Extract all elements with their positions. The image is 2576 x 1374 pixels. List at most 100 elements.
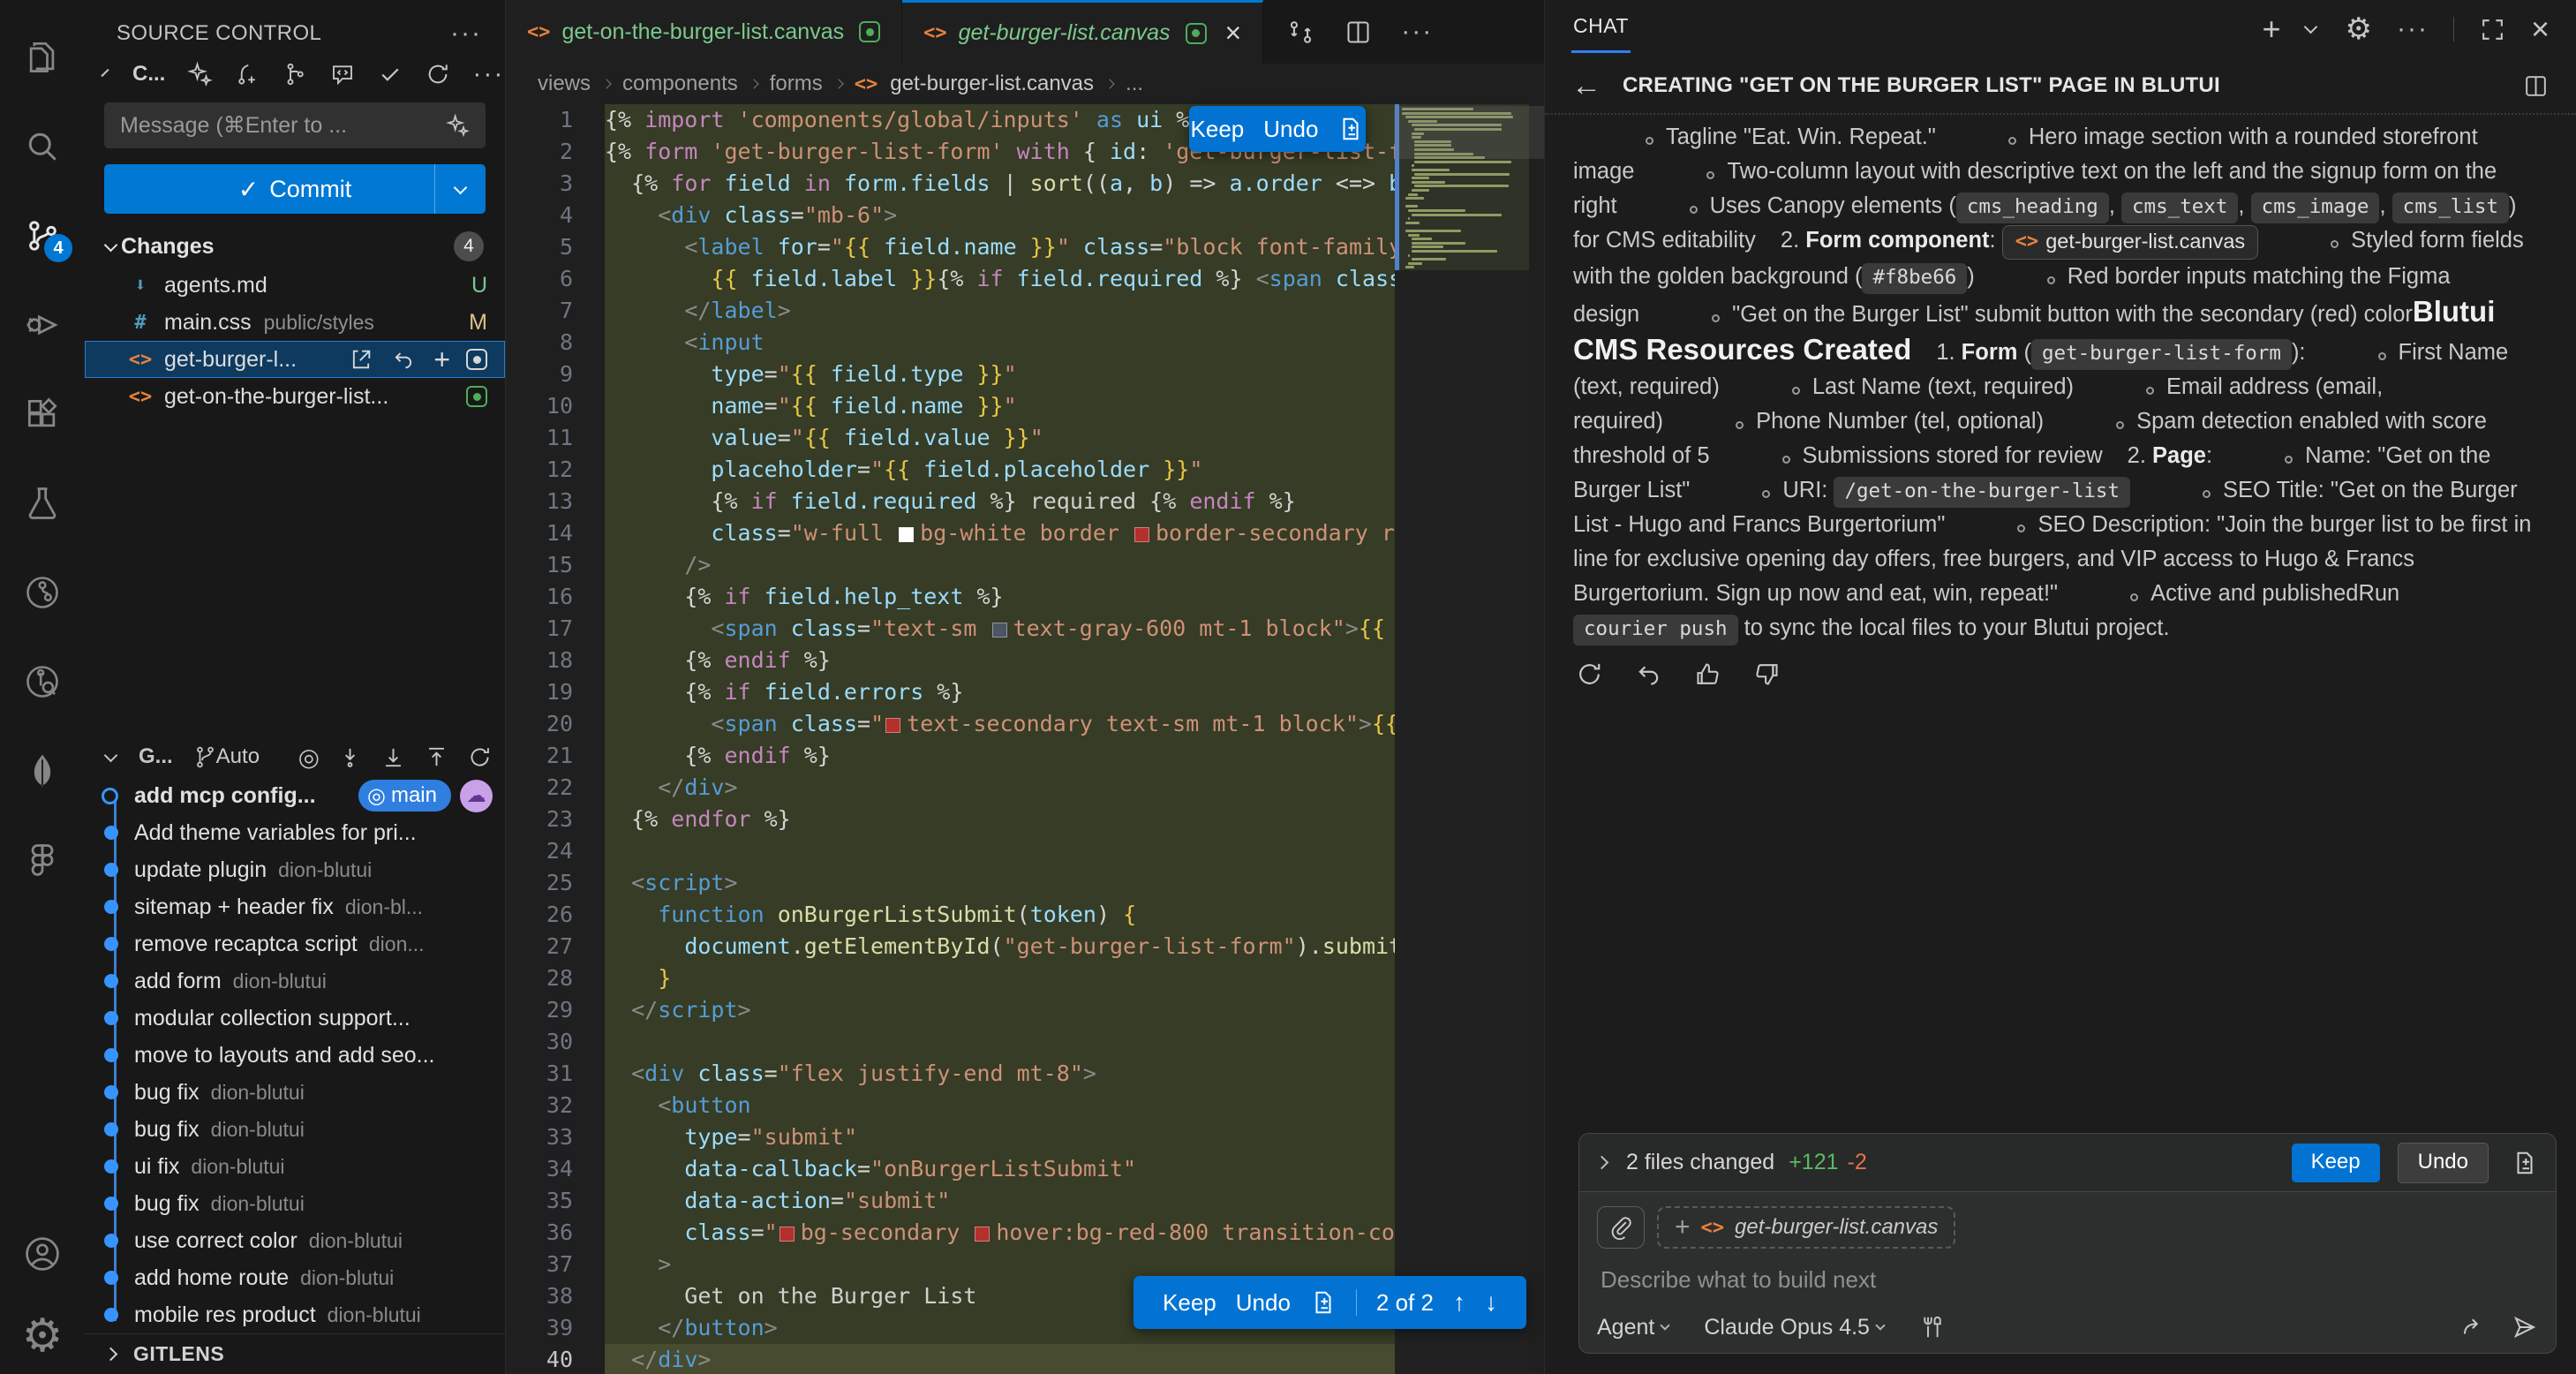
undo-button[interactable]: Undo: [1236, 1289, 1291, 1317]
code-line[interactable]: value="{{ field.value }}": [605, 422, 1395, 454]
code-line[interactable]: <label for="{{ field.name }}" class="blo…: [605, 231, 1395, 263]
close-panel-icon[interactable]: ×: [2531, 11, 2550, 48]
changes-header[interactable]: Changes 4: [85, 226, 505, 267]
file-chip[interactable]: <>get-burger-list.canvas: [2002, 225, 2258, 260]
settings-icon[interactable]: ⚙: [0, 1298, 85, 1374]
repo-label[interactable]: C...: [132, 62, 165, 87]
code-line[interactable]: {% for field in form.fields | sort((a, b…: [605, 168, 1395, 200]
tab-get-burger-list[interactable]: <> get-burger-list.canvas ×: [902, 0, 1263, 64]
breadcrumb[interactable]: viewscomponentsforms<>get-burger-list.ca…: [506, 64, 1544, 104]
accounts-icon[interactable]: [0, 1209, 85, 1298]
code-line[interactable]: data-action="submit": [605, 1185, 1395, 1217]
chat-more-icon[interactable]: ···: [2397, 25, 2429, 34]
commit-row[interactable]: sitemap + header fixdion-bl...: [85, 888, 505, 925]
refresh-icon[interactable]: [467, 744, 493, 770]
graph-auto-label[interactable]: Auto: [216, 744, 260, 769]
breadcrumb-item[interactable]: get-burger-list.canvas: [890, 72, 1094, 96]
explorer-icon[interactable]: [0, 12, 85, 102]
code-line[interactable]: [605, 835, 1395, 867]
commit-row[interactable]: bug fixdion-blutui: [85, 1185, 505, 1222]
graph-label[interactable]: G...: [139, 744, 173, 769]
commit-row[interactable]: mobile res productdion-blutui: [85, 1296, 505, 1333]
pull-icon[interactable]: [380, 744, 406, 770]
fetch-icon[interactable]: [337, 744, 363, 770]
keep-button[interactable]: Keep: [1191, 116, 1245, 143]
search-icon[interactable]: [0, 102, 85, 191]
previous-change-icon[interactable]: ↑: [1453, 1288, 1465, 1317]
commit-dropdown-button[interactable]: [434, 164, 486, 214]
code-line[interactable]: placeholder="{{ field.placeholder }}": [605, 454, 1395, 486]
code-line[interactable]: }: [605, 963, 1395, 994]
send-icon[interactable]: [2512, 1314, 2538, 1340]
send-later-icon[interactable]: [2460, 1314, 2487, 1340]
code-line[interactable]: name="{{ field.name }}": [605, 390, 1395, 422]
scrollbar-slider[interactable]: [1394, 106, 1544, 159]
refresh-icon[interactable]: [425, 61, 451, 87]
breadcrumb-item[interactable]: ...: [1126, 72, 1143, 96]
commit-row[interactable]: move to layouts and add seo...: [85, 1037, 505, 1074]
attach-button[interactable]: [1597, 1206, 1645, 1249]
code-line[interactable]: {% endfor %}: [605, 804, 1395, 835]
code-line[interactable]: <div class="mb-6">: [605, 200, 1395, 231]
code-line[interactable]: {% endif %}: [605, 645, 1395, 676]
file-row[interactable]: <>get-burger-l...+: [85, 341, 505, 378]
stage-icon[interactable]: +: [433, 351, 450, 368]
code-line[interactable]: </div>: [605, 772, 1395, 804]
branch-create-icon[interactable]: [234, 61, 260, 87]
diff-file-icon[interactable]: [1310, 1289, 1337, 1316]
commit-row[interactable]: remove recaptca scriptdion...: [85, 925, 505, 963]
code-line[interactable]: data-callback="onBurgerListSubmit": [605, 1153, 1395, 1185]
code-line[interactable]: class="bg-secondary hover:bg-red-800 tra…: [605, 1217, 1395, 1249]
mongodb-icon[interactable]: [0, 726, 85, 815]
code-line[interactable]: {% endif %}: [605, 740, 1395, 772]
code-line[interactable]: </script>: [605, 994, 1395, 1026]
diff-file-icon[interactable]: [1337, 116, 1364, 142]
figma-icon[interactable]: [0, 815, 85, 904]
new-chat-dropdown-icon[interactable]: [2303, 19, 2317, 34]
close-tab-icon[interactable]: ×: [1225, 17, 1242, 49]
files-changed-label[interactable]: 2 files changed: [1626, 1150, 1774, 1175]
commit-comment-icon[interactable]: [329, 61, 356, 87]
code-line[interactable]: <span class="text-secondary text-sm mt-1…: [605, 708, 1395, 740]
run-debug-icon[interactable]: [0, 280, 85, 369]
keep-button[interactable]: Keep: [2292, 1144, 2380, 1182]
chat-input-placeholder[interactable]: Describe what to build next: [1601, 1266, 2538, 1294]
collapse-chevron-icon[interactable]: [101, 68, 109, 76]
code-line[interactable]: <script>: [605, 867, 1395, 899]
code-line[interactable]: {{ field.label }}{% if field.required %}…: [605, 263, 1395, 295]
code-lines[interactable]: {% import 'components/global/inputs' as …: [605, 104, 1395, 1374]
commit-row[interactable]: bug fixdion-blutui: [85, 1074, 505, 1111]
commit-row[interactable]: update plugindion-blutui: [85, 851, 505, 888]
commit-row[interactable]: bug fixdion-blutui: [85, 1111, 505, 1148]
undo-button[interactable]: Undo: [1263, 116, 1318, 143]
keep-button[interactable]: Keep: [1163, 1289, 1216, 1317]
code-line[interactable]: function onBurgerListSubmit(token) {: [605, 899, 1395, 931]
next-change-icon[interactable]: ↓: [1485, 1288, 1497, 1317]
code-line[interactable]: class="w-full bg-white border border-sec…: [605, 517, 1395, 549]
code-line[interactable]: {% if field.help_text %}: [605, 581, 1395, 613]
code-line[interactable]: />: [605, 549, 1395, 581]
code-line[interactable]: <div class="flex justify-end mt-8">: [605, 1058, 1395, 1090]
gitlens-icon[interactable]: [0, 547, 85, 637]
testing-icon[interactable]: [0, 458, 85, 547]
source-control-icon[interactable]: 4: [0, 191, 85, 280]
commit-button[interactable]: ✓ Commit: [104, 164, 486, 214]
branch-badge[interactable]: ◎main: [358, 780, 451, 812]
gitlens-section-header[interactable]: GITLENS: [85, 1333, 505, 1374]
code-editor[interactable]: 1234567891011121314151617181920212223242…: [506, 104, 1544, 1374]
commit-check-icon[interactable]: [377, 61, 403, 87]
commit-row[interactable]: modular collection support...: [85, 1000, 505, 1037]
thumbs-up-icon[interactable]: [1693, 660, 1722, 689]
open-changes-icon[interactable]: [1286, 18, 1315, 47]
cloud-badge[interactable]: ☁: [460, 780, 493, 812]
thumbs-down-icon[interactable]: [1752, 660, 1781, 689]
tools-icon[interactable]: [1919, 1314, 1946, 1340]
code-line[interactable]: </div>: [605, 1344, 1395, 1374]
breadcrumb-item[interactable]: forms: [770, 72, 823, 96]
editor-more-icon[interactable]: ···: [1401, 27, 1433, 36]
code-line[interactable]: <span class="text-sm text-gray-600 mt-1 …: [605, 613, 1395, 645]
undo-button[interactable]: Undo: [2398, 1143, 2489, 1183]
open-in-editor-icon[interactable]: [2522, 72, 2550, 100]
code-line[interactable]: {% if field.required %} required {% endi…: [605, 486, 1395, 517]
commit-row[interactable]: add formdion-blutui: [85, 963, 505, 1000]
